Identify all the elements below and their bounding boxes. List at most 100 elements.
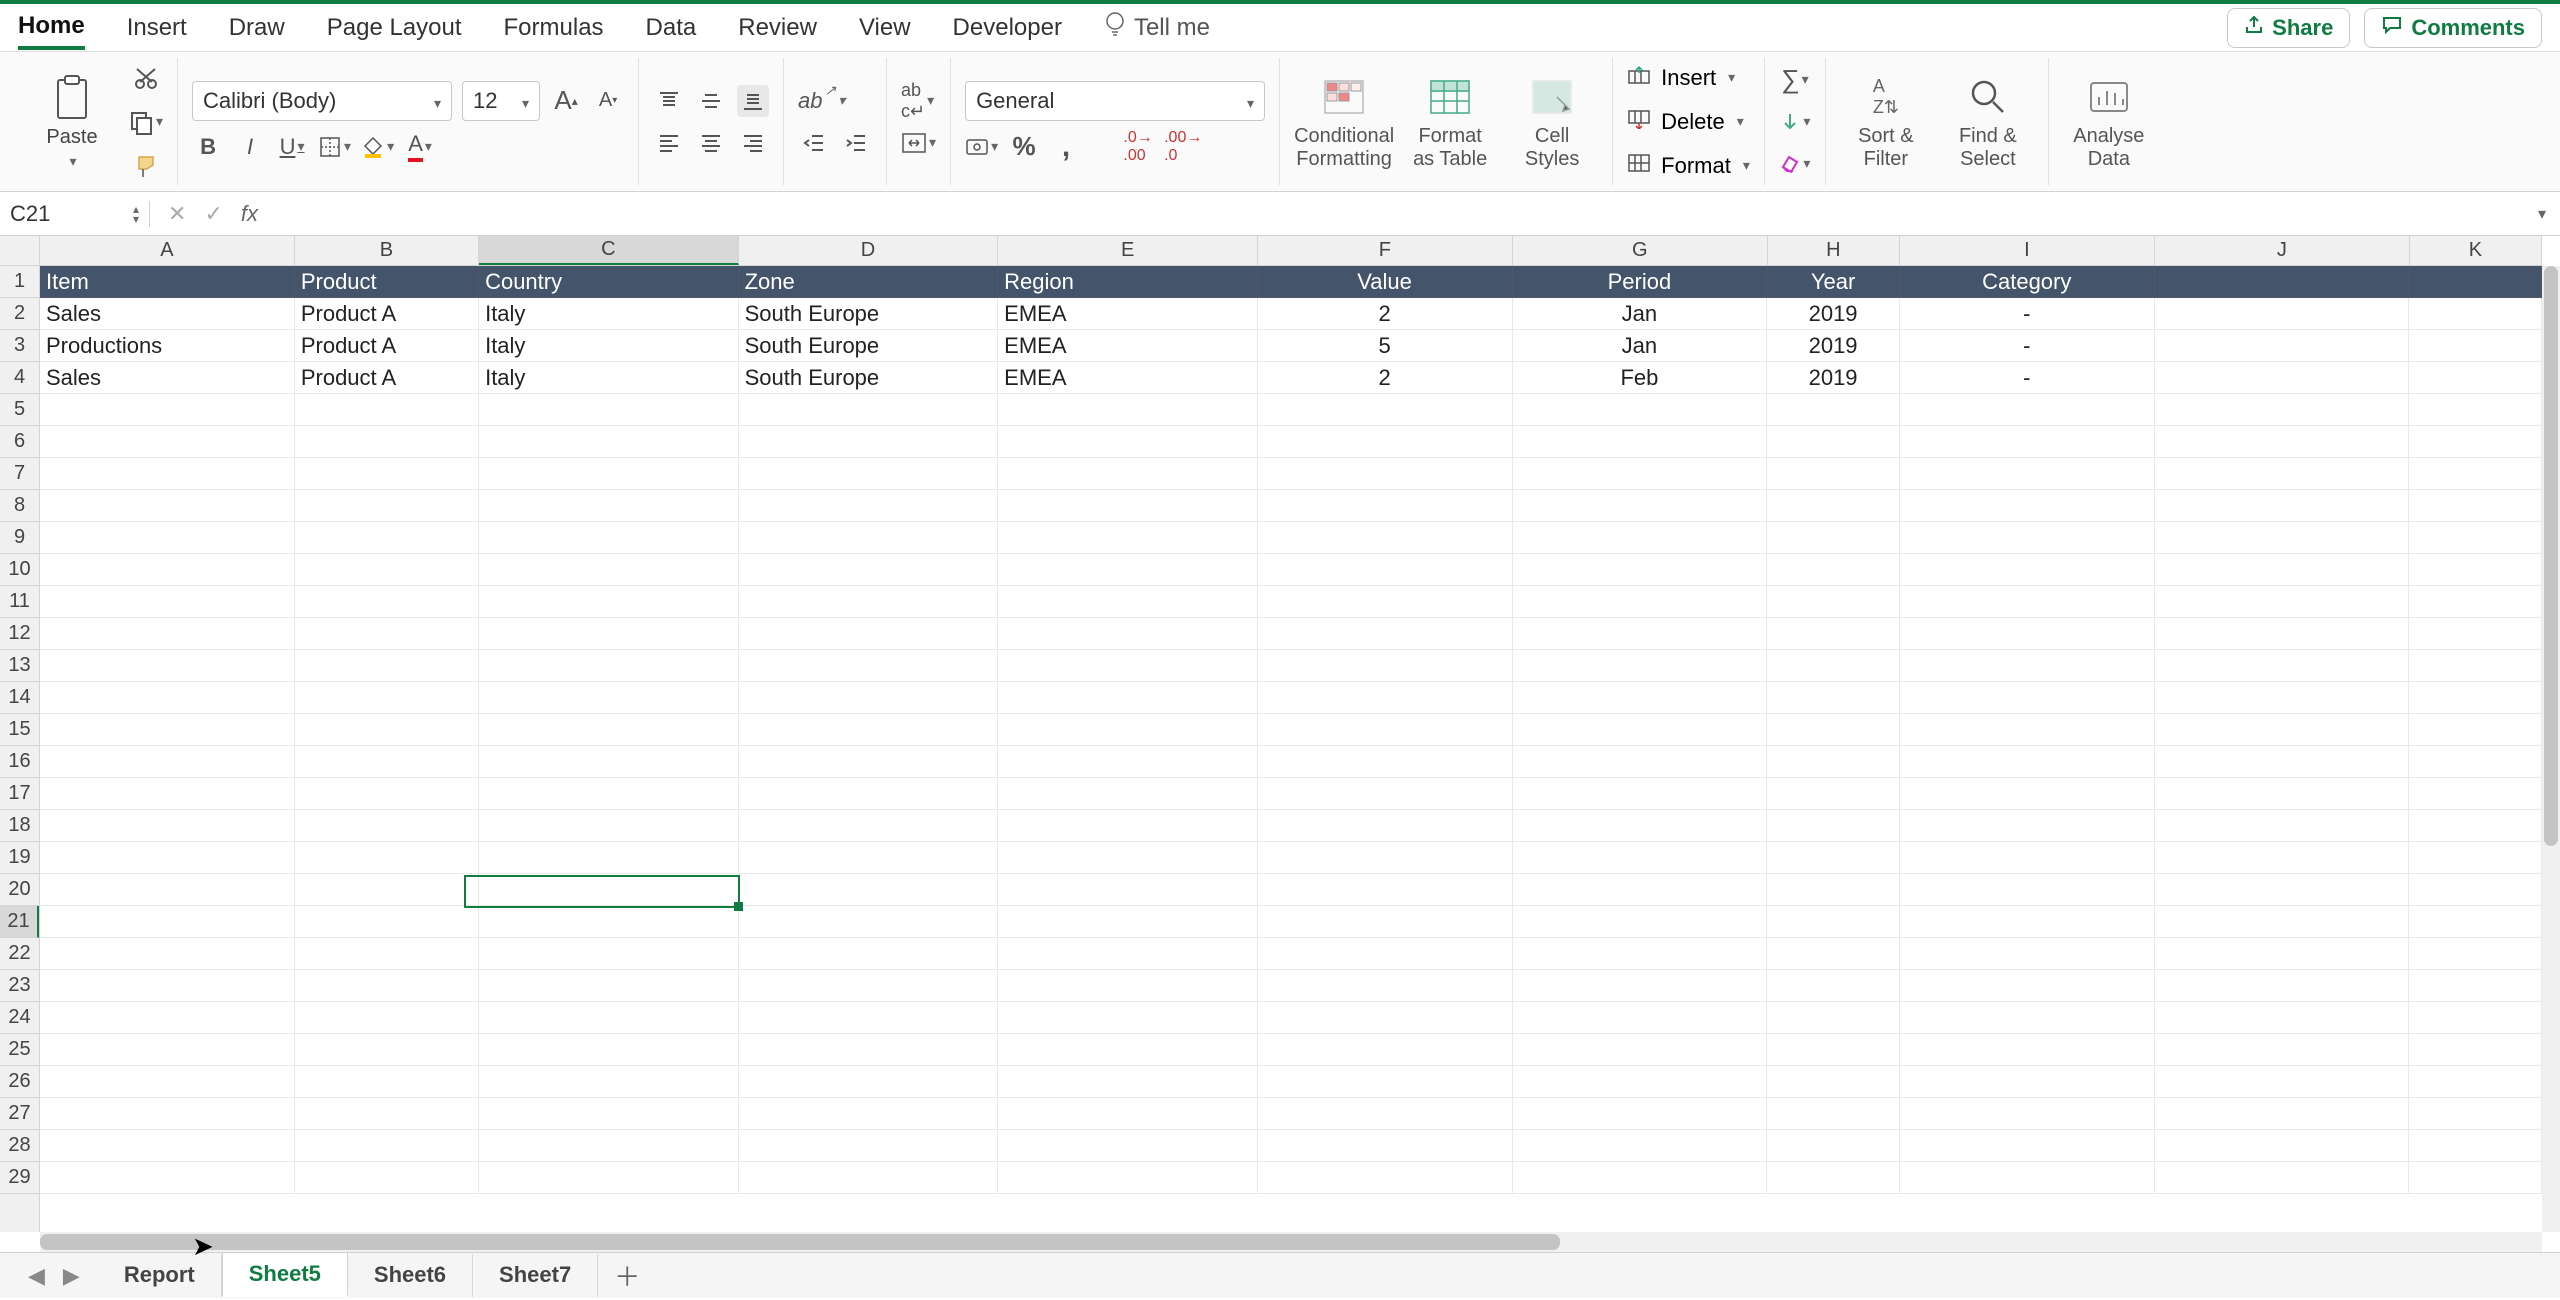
font-size-select[interactable]: 12: [462, 81, 540, 121]
cell[interactable]: Region: [998, 266, 1258, 298]
number-format-select[interactable]: General: [965, 81, 1265, 121]
cell[interactable]: [739, 842, 999, 874]
cell[interactable]: [2409, 650, 2542, 682]
cell[interactable]: [1767, 938, 1900, 970]
cell[interactable]: [739, 586, 999, 618]
cell[interactable]: [2409, 906, 2542, 938]
cell[interactable]: [295, 842, 479, 874]
cell[interactable]: [739, 906, 999, 938]
cell[interactable]: [1258, 394, 1513, 426]
cell[interactable]: [998, 554, 1258, 586]
row-header[interactable]: 10: [0, 554, 39, 586]
cell[interactable]: [1900, 938, 2155, 970]
decrease-font-icon[interactable]: A▾: [592, 85, 624, 117]
cell[interactable]: [1767, 1034, 1900, 1066]
cell[interactable]: EMEA: [998, 298, 1258, 330]
align-left-icon[interactable]: [653, 127, 685, 159]
cell[interactable]: [998, 714, 1258, 746]
cell[interactable]: [739, 554, 999, 586]
sheet-tab-sheet6[interactable]: Sheet6: [348, 1254, 473, 1297]
sheet-tab-sheet5[interactable]: Sheet5: [222, 1252, 348, 1297]
cell[interactable]: [998, 778, 1258, 810]
cell[interactable]: [295, 970, 479, 1002]
cell[interactable]: [40, 650, 295, 682]
cell[interactable]: [1513, 586, 1768, 618]
cell[interactable]: [739, 714, 999, 746]
cell[interactable]: [295, 522, 479, 554]
cell[interactable]: 5: [1258, 330, 1513, 362]
cell[interactable]: [1513, 714, 1768, 746]
cell[interactable]: [2409, 746, 2542, 778]
cell[interactable]: [479, 1098, 739, 1130]
sort-filter-button[interactable]: AZ⇅ Sort &Filter: [1840, 73, 1932, 171]
cell[interactable]: [1258, 1066, 1513, 1098]
column-header[interactable]: H: [1768, 236, 1900, 265]
cut-icon[interactable]: [128, 62, 163, 94]
cell[interactable]: [739, 938, 999, 970]
cell[interactable]: [295, 650, 479, 682]
cell[interactable]: [2409, 714, 2542, 746]
cell[interactable]: [1900, 1130, 2155, 1162]
row-header[interactable]: 29: [0, 1162, 39, 1194]
cell[interactable]: [2409, 266, 2542, 298]
cell[interactable]: [2155, 458, 2410, 490]
row-header[interactable]: 23: [0, 970, 39, 1002]
cell[interactable]: [1513, 426, 1768, 458]
cell[interactable]: [998, 842, 1258, 874]
cell[interactable]: [479, 1002, 739, 1034]
cell[interactable]: Italy: [479, 362, 739, 394]
cell[interactable]: [40, 1002, 295, 1034]
cells-area[interactable]: ItemProductCountryZoneRegionValuePeriodY…: [40, 266, 2542, 1232]
row-header[interactable]: 22: [0, 938, 39, 970]
cell[interactable]: [2409, 1130, 2542, 1162]
cell[interactable]: [1900, 618, 2155, 650]
cell[interactable]: [2409, 1066, 2542, 1098]
cell[interactable]: [1767, 650, 1900, 682]
format-as-table-button[interactable]: Formatas Table: [1404, 73, 1496, 171]
cell[interactable]: [2155, 554, 2410, 586]
cell[interactable]: [1258, 970, 1513, 1002]
cell[interactable]: [998, 490, 1258, 522]
cell[interactable]: [1513, 490, 1768, 522]
cell[interactable]: [479, 970, 739, 1002]
cell[interactable]: 2019: [1767, 362, 1900, 394]
format-painter-icon[interactable]: [128, 150, 163, 182]
copy-icon[interactable]: ▾: [128, 106, 163, 138]
cell[interactable]: [998, 394, 1258, 426]
borders-button[interactable]: ▾: [318, 131, 351, 163]
cell[interactable]: Feb: [1513, 362, 1768, 394]
cell[interactable]: [2155, 362, 2410, 394]
cell[interactable]: [1258, 426, 1513, 458]
cell[interactable]: [1900, 714, 2155, 746]
increase-decimal-icon[interactable]: .0→.00: [1122, 131, 1154, 163]
cell[interactable]: [2155, 1066, 2410, 1098]
ribbon-tab-data[interactable]: Data: [646, 8, 697, 48]
cell[interactable]: [1258, 618, 1513, 650]
cell[interactable]: [1513, 650, 1768, 682]
formula-input[interactable]: [276, 192, 2524, 235]
cell[interactable]: [1513, 1098, 1768, 1130]
name-box[interactable]: C21 ▴▾: [0, 201, 150, 227]
cell[interactable]: [998, 906, 1258, 938]
italic-button[interactable]: I: [234, 131, 266, 163]
cell[interactable]: [1258, 522, 1513, 554]
align-right-icon[interactable]: [737, 127, 769, 159]
cell[interactable]: [295, 906, 479, 938]
cell[interactable]: [1900, 394, 2155, 426]
cell[interactable]: South Europe: [739, 362, 999, 394]
cell[interactable]: [2409, 778, 2542, 810]
cell[interactable]: Jan: [1513, 298, 1768, 330]
cell[interactable]: [2409, 874, 2542, 906]
cell[interactable]: [739, 1098, 999, 1130]
cell[interactable]: [739, 874, 999, 906]
cell[interactable]: Zone: [739, 266, 999, 298]
percent-icon[interactable]: %: [1008, 131, 1040, 163]
cell[interactable]: [1513, 874, 1768, 906]
fill-icon[interactable]: ▾: [1779, 106, 1811, 138]
cell[interactable]: [479, 714, 739, 746]
cell[interactable]: [479, 586, 739, 618]
cell[interactable]: [40, 970, 295, 1002]
cell[interactable]: [2409, 394, 2542, 426]
cell[interactable]: 2019: [1767, 298, 1900, 330]
cell[interactable]: [479, 522, 739, 554]
